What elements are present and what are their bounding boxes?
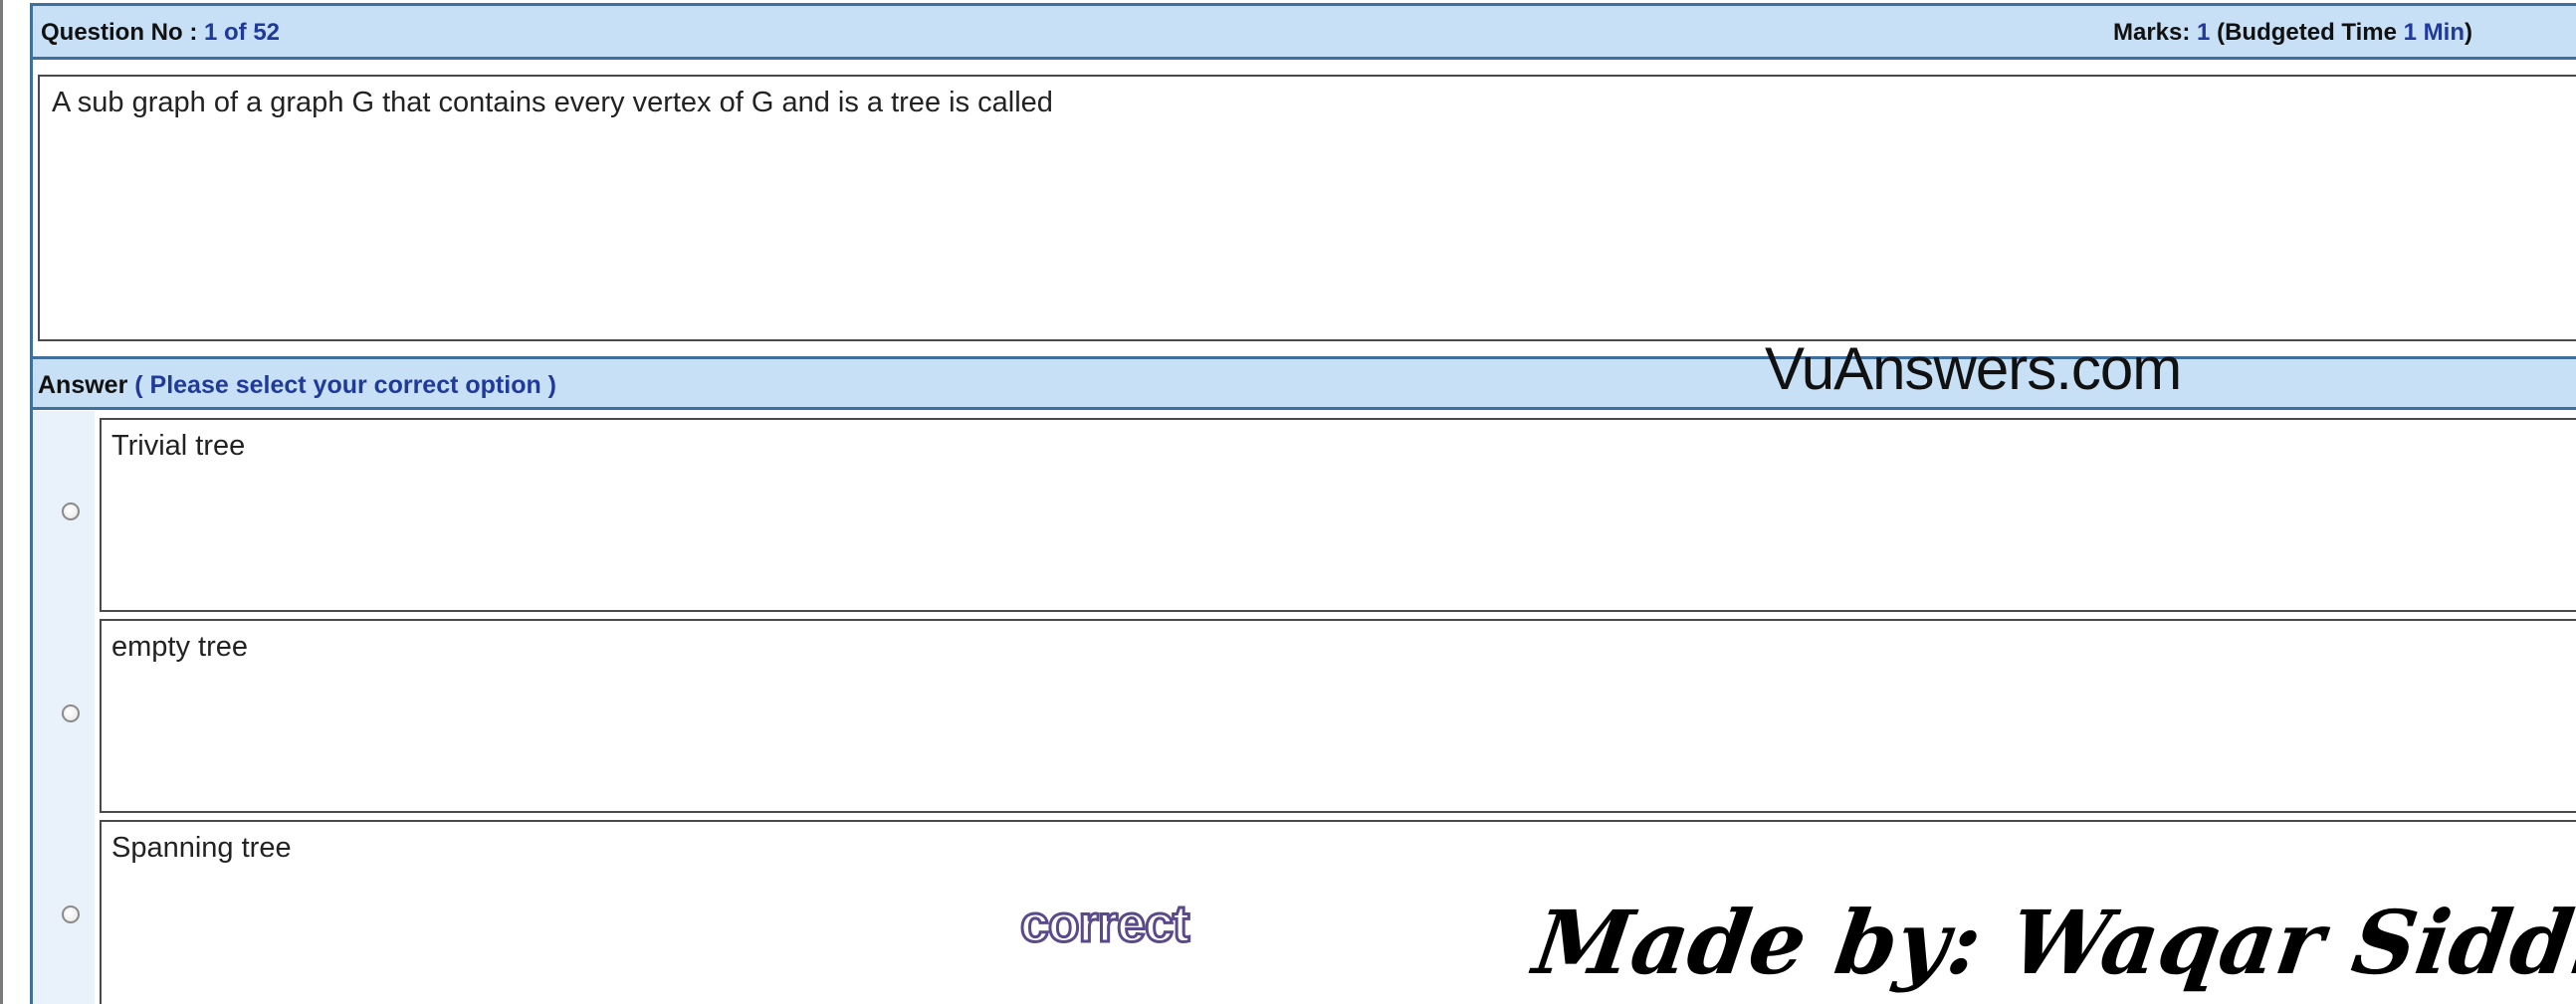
budget-value: 1 Min — [2403, 19, 2465, 46]
question-text: A sub graph of a graph G that contains e… — [52, 87, 1053, 118]
answer-caption: Answer — [38, 371, 128, 399]
option-label-1: Trivial tree — [111, 430, 246, 462]
watermark-text: VuAnswers.com — [1765, 335, 2182, 402]
option-label-2: empty tree — [111, 631, 248, 663]
window-edge — [0, 0, 3, 1004]
marks-value: 1 — [2197, 19, 2211, 46]
answer-instruction: ( Please select your correct option ) — [134, 371, 557, 399]
option-radio-1[interactable] — [62, 502, 80, 520]
answer-header: Answer ( Please select your correct opti… — [30, 356, 2576, 410]
question-header: Question No : 1 of 52 Marks: 1 (Budgeted… — [30, 6, 2576, 60]
option-radio-3[interactable] — [62, 905, 80, 923]
budget-caption: (Budgeted Time — [2217, 19, 2397, 46]
question-no-caption: Question No : — [41, 19, 198, 46]
question-textbox: A sub graph of a graph G that contains e… — [38, 75, 2576, 341]
author-signature: Made by: Waqar Siddhu — [1528, 891, 2576, 994]
correct-marker: correct — [1018, 895, 1190, 955]
question-number: 1 of 52 — [204, 19, 281, 46]
option-radio-2[interactable] — [62, 704, 80, 722]
question-number-label: Question No : 1 of 52 — [41, 19, 280, 47]
marks-info: Marks: 1 (Budgeted Time 1 Min) — [2113, 19, 2472, 47]
answer-label: Answer ( Please select your correct opti… — [38, 371, 556, 400]
option-box-2[interactable]: empty tree — [100, 619, 2576, 813]
budget-close: ) — [2465, 19, 2472, 46]
marks-caption: Marks: — [2113, 19, 2191, 46]
option-label-3: Spanning tree — [111, 832, 292, 864]
option-box-1[interactable]: Trivial tree — [100, 418, 2576, 612]
quiz-page: Question No : 1 of 52 Marks: 1 (Budgeted… — [0, 0, 2576, 1004]
